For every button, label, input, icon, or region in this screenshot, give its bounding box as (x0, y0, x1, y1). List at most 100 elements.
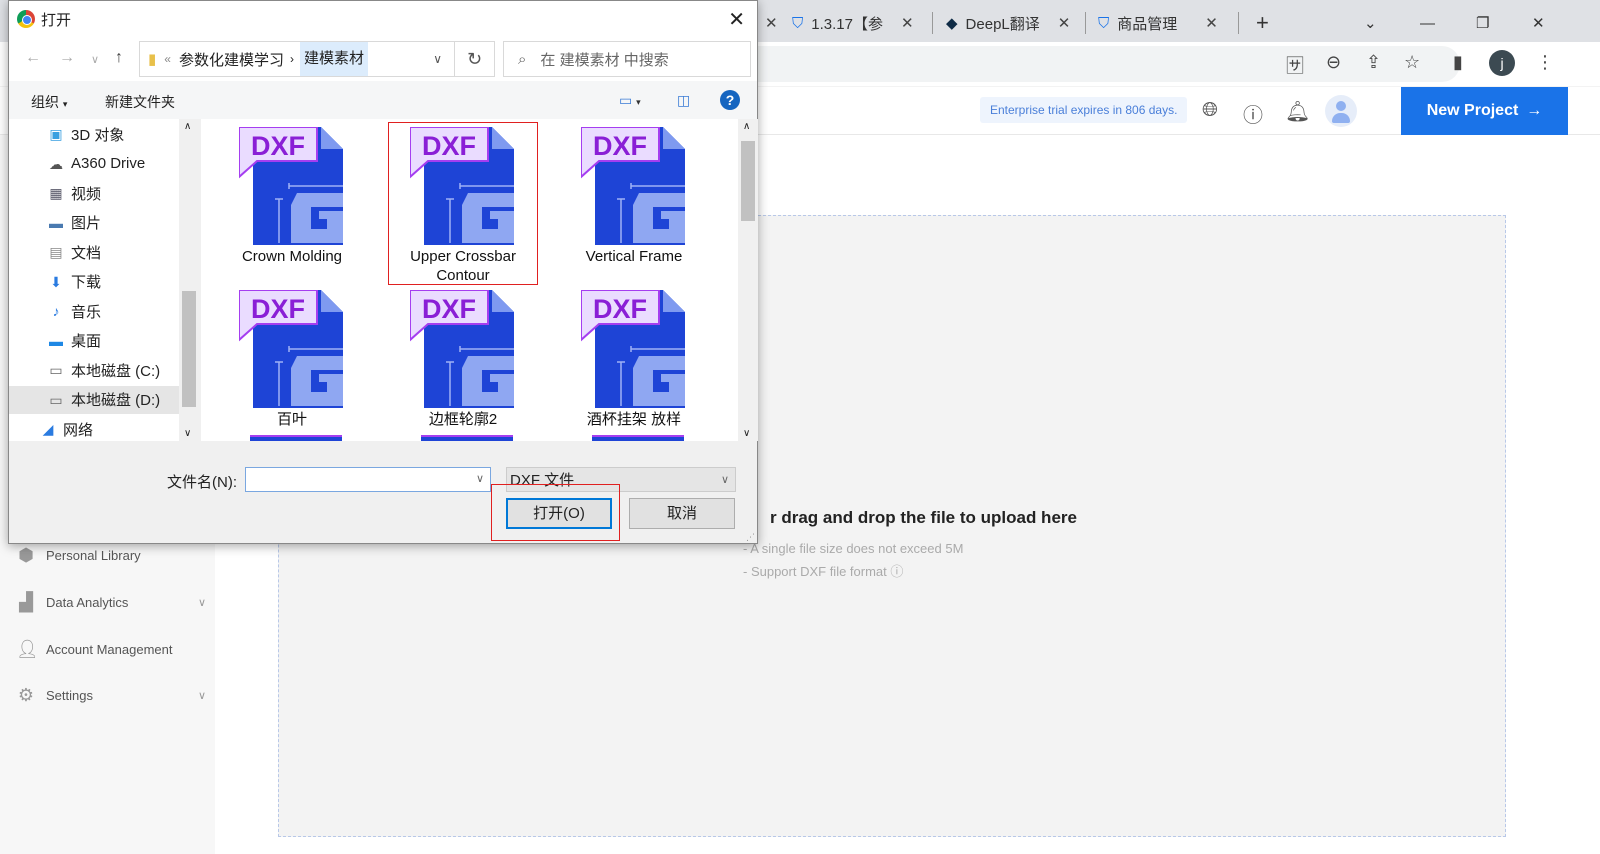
close-icon[interactable]: ✕ (728, 7, 745, 32)
tree-item[interactable]: ♪ 音乐 (47, 297, 187, 325)
history-dropdown-icon[interactable]: ∨ (433, 52, 442, 66)
svg-text:DXF: DXF (422, 131, 476, 161)
tree-item[interactable]: ▦ 视频 (47, 179, 187, 207)
scroll-down-icon[interactable]: ∨ (743, 428, 750, 439)
tree-item[interactable]: ▤ 文档 (47, 238, 187, 266)
file-item[interactable]: DXF Upper Crossbar Contour (388, 122, 538, 285)
new-tab-button[interactable]: + (1256, 6, 1269, 40)
address-breadcrumb[interactable]: ▮ « 参数化建模学习 › 建模素材 ∨ (139, 41, 455, 77)
close-tab-icon[interactable]: ✕ (1205, 14, 1218, 32)
video-icon: ▦ (49, 185, 63, 201)
sidebar-item-data-analytics[interactable]: ▟ Data Analytics ∨ (16, 592, 206, 612)
dxf-file-icon[interactable] (250, 435, 342, 441)
breadcrumb-overflow[interactable]: « (164, 52, 171, 66)
tab-search-chevron-icon[interactable]: ⌄ (1364, 6, 1377, 40)
address-bar[interactable] (740, 46, 1460, 82)
search-input[interactable]: ⌕ 在 建模素材 中搜索 (503, 41, 751, 77)
tree-item[interactable]: ▬ 图片 (47, 209, 187, 237)
file-item[interactable]: DXF 百叶 (217, 290, 367, 429)
view-options-icon[interactable]: ▭ ▾ (619, 92, 641, 109)
scroll-up-icon[interactable]: ∧ (743, 121, 750, 132)
scroll-down-icon[interactable]: ∨ (184, 428, 191, 439)
back-arrow-icon[interactable]: ← (25, 49, 41, 67)
bookmark-star-icon[interactable]: ☆ (1404, 52, 1420, 73)
file-item[interactable]: DXF 酒杯挂架 放样 (559, 290, 709, 429)
tab-close-partial[interactable]: ✕ (755, 6, 778, 40)
globe-icon[interactable]: 🌐︎ (1202, 99, 1218, 122)
tree-item-label: 音乐 (71, 303, 102, 321)
sidebar-item-label: Account Management (46, 641, 173, 657)
close-tab-icon[interactable]: ✕ (1058, 14, 1071, 32)
breadcrumb-parent[interactable]: 参数化建模学习 (179, 49, 284, 70)
download-icon: ⬇ (50, 273, 62, 290)
tree-item[interactable]: ▬ 桌面 (47, 327, 187, 355)
tree-item[interactable]: ▣ 3D 对象 (47, 120, 187, 148)
restore-icon[interactable]: ❐ (1476, 6, 1489, 40)
file-grid: DXF Crown Molding DXF Upper Crossbar Contou… (201, 119, 739, 441)
close-tab-icon[interactable]: ✕ (901, 14, 914, 32)
browser-tab[interactable]: ⛉ 1.3.17【参 ✕ (792, 6, 914, 40)
share-icon[interactable]: ⇪ (1366, 52, 1381, 73)
help-circle-icon[interactable]: ⓘ (890, 564, 903, 579)
new-project-button[interactable]: New Project → (1401, 87, 1568, 135)
scrollbar-thumb[interactable] (741, 141, 755, 221)
search-icon: ⌕ (518, 50, 527, 68)
file-item[interactable]: DXF 边框轮廓2 (388, 290, 538, 429)
help-icon[interactable]: ? (720, 90, 740, 110)
cube-icon: ⬢ (18, 545, 34, 565)
dxf-file-icon[interactable] (592, 435, 684, 441)
file-item[interactable]: DXF Vertical Frame (559, 127, 709, 266)
scroll-up-icon[interactable]: ∧ (184, 121, 191, 132)
scrollbar-thumb[interactable] (182, 291, 196, 407)
svg-text:DXF: DXF (251, 294, 305, 324)
sidebar-item-settings[interactable]: ⚙ Settings ∨ (16, 685, 206, 705)
sidebar-item-account-management[interactable]: 👤︎ Account Management (16, 639, 206, 659)
organize-menu[interactable]: 组织 ▾ (31, 92, 67, 112)
side-panel-icon[interactable]: ▮ (1453, 52, 1463, 73)
recent-chevron-icon[interactable]: ∨ (91, 53, 99, 66)
upload-note: - Support DXF file format ⓘ (743, 561, 903, 580)
up-arrow-icon[interactable]: ↑ (115, 49, 123, 67)
tree-item[interactable]: ⬇ 下载 (47, 268, 187, 296)
refresh-button[interactable]: ↻ (455, 41, 495, 77)
help-icon[interactable]: ⓘ (1243, 99, 1263, 128)
user-avatar[interactable] (1325, 95, 1357, 127)
filename-input[interactable]: ∨ (245, 467, 491, 492)
new-folder-button[interactable]: 新建文件夹 (105, 92, 175, 112)
tree-scrollbar[interactable]: ∧ ∨ (179, 119, 199, 441)
dxf-file-icon[interactable] (421, 435, 513, 441)
menu-kebab-icon[interactable]: ⋮ (1536, 52, 1554, 73)
forward-arrow-icon[interactable]: → (59, 49, 75, 67)
sidebar-item-personal-library[interactable]: ⬢ Personal Library (16, 545, 206, 565)
resize-grip-icon[interactable]: ⋰ (746, 532, 755, 543)
cancel-button[interactable]: 取消 (629, 498, 735, 529)
tree-item[interactable]: ▭ 本地磁盘 (C:) (47, 356, 187, 384)
bell-icon[interactable]: 🔔︎ (1285, 99, 1310, 124)
tree-item[interactable]: ▭ 本地磁盘 (D:) (9, 385, 179, 414)
window-close-icon[interactable]: ✕ (1532, 6, 1545, 40)
browser-tab[interactable]: ◆ DeepL翻译 ✕ (946, 6, 1070, 40)
file-name: Upper Crossbar Contour (410, 248, 516, 284)
shield-icon: ⛉ (1098, 14, 1110, 32)
zoom-out-icon[interactable]: ⊖ (1326, 52, 1341, 73)
tree-item-label: 本地磁盘 (D:) (71, 392, 161, 409)
file-name: 酒杯挂架 放样 (586, 411, 682, 428)
preview-pane-icon[interactable]: ◫ (677, 92, 690, 109)
command-bar: 组织 ▾ 新建文件夹 ▭ ▾ ◫ ? (9, 81, 757, 119)
browser-tab[interactable]: ⛉ 商品管理 ✕ (1098, 6, 1218, 40)
tree-item-label: 桌面 (71, 333, 102, 350)
profile-avatar[interactable]: j (1489, 50, 1515, 76)
tree-item[interactable]: ◢ 网络 (39, 415, 179, 443)
trial-banner: Enterprise trial expires in 806 days. (980, 97, 1188, 123)
minimize-icon[interactable]: — (1420, 6, 1435, 40)
breadcrumb-current[interactable]: 建模素材 (299, 42, 368, 76)
drive-d-icon: ▭ (49, 391, 63, 408)
search-placeholder: 在 建模素材 中搜索 (540, 51, 669, 69)
file-item[interactable]: DXF Crown Molding (217, 127, 367, 266)
tree-item[interactable]: ☁ A360 Drive (47, 150, 187, 178)
upload-note: - A single file size does not exceed 5M (743, 541, 964, 556)
files-scrollbar[interactable]: ∧ ∨ (738, 119, 758, 441)
chevron-down-icon[interactable]: ∨ (476, 468, 484, 491)
translate-icon[interactable]: 🈂 (1286, 52, 1304, 78)
deepl-icon: ◆ (946, 15, 958, 32)
